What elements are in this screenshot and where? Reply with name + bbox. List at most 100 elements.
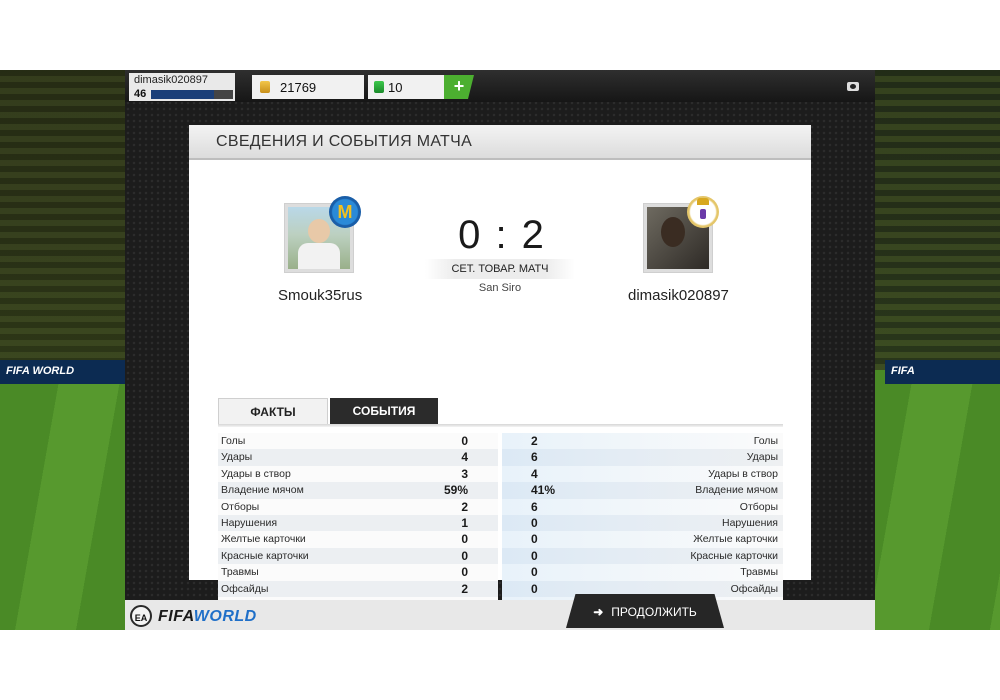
stat-home-value: 0 [461,434,468,448]
arrow-right-icon: ➜ [593,605,604,619]
level-progress-fill [151,90,215,99]
stat-away-value: 0 [531,548,538,563]
stat-row: Голы 0 2 Голы [218,433,783,450]
tab-events[interactable]: СОБЫТИЯ [330,398,438,424]
stat-label-away: Травмы [740,566,778,579]
match-type: СЕТ. ТОВАР. МАТЧ [425,259,575,279]
stat-home-cell: Желтые карточки 0 [218,531,498,548]
stat-away-value: 4 [531,466,538,481]
stat-home-value: 2 [461,499,468,514]
stat-home-value: 3 [461,466,468,481]
stat-home-value: 0 [461,565,468,580]
stat-home-cell: Удары 4 [218,449,498,466]
stat-away-cell: 2 Голы [502,433,783,450]
stat-away-value: 0 [531,515,538,530]
stat-row: Владение мячом 59% 41% Владение мячом [218,482,783,499]
stat-away-value: 2 [531,434,538,448]
match-score: 0 : 2 [458,213,546,257]
stat-label-home: Голы [221,435,246,447]
stat-label-home: Нарушения [221,516,278,529]
cash-icon [374,81,384,93]
stat-home-cell: Нарушения 1 [218,514,498,532]
stat-away-value: 0 [531,532,538,547]
stat-home-cell: Отборы 2 [218,498,498,515]
stat-row: Нарушения 1 0 Нарушения [218,514,783,532]
stat-away-cell: 41% Владение мячом [502,482,783,499]
panel-title: СВЕДЕНИЯ И СОБЫТИЯ МАТЧА [216,133,473,150]
add-currency-button[interactable]: + [444,75,474,99]
tab-divider [218,424,783,427]
home-player-name: Smouk35rus [278,287,363,304]
cash-display: 10 [368,75,448,99]
stat-row: Удары в створ 3 4 Удары в створ [218,465,783,483]
stat-home-cell: Травмы 0 [218,564,498,581]
stat-home-value: 1 [461,515,468,530]
continue-label: ПРОДОЛЖИТЬ [611,605,697,619]
stadium-stand-right [875,70,1000,400]
stat-away-value: 6 [531,450,538,465]
bottom-bar: EA FIFAWORLD ➜ ПРОДОЛЖИТЬ [125,594,875,630]
stat-row: Красные карточки 0 0 Красные карточки [218,547,783,565]
stadium-stand-left [0,70,125,400]
user-box[interactable]: dimasik020897 46 [129,73,235,101]
stat-label-away: Красные карточки [690,549,778,562]
stat-away-cell: 0 Красные карточки [502,547,783,565]
stat-away-cell: 6 Отборы [502,498,783,515]
username: dimasik020897 [134,74,208,86]
stat-home-cell: Красные карточки 0 [218,547,498,565]
level-progress-bar [151,90,233,99]
stat-away-cell: 0 Желтые карточки [502,531,783,548]
stat-away-cell: 4 Удары в створ [502,465,783,483]
ea-sports-icon: EA [130,605,152,627]
adboard-right: FIFA [885,360,1000,384]
stat-away-value: 6 [531,499,538,514]
stat-label-home: Владение мячом [221,484,304,497]
stat-label-away: Желтые карточки [693,533,778,546]
stat-label-away: Удары [746,451,778,464]
away-player-name: dimasik020897 [628,287,729,304]
cash-value: 10 [388,80,403,95]
stat-label-away: Отборы [739,500,778,513]
stat-away-value: 41% [531,483,556,498]
stat-label-home: Отборы [221,500,260,513]
stat-label-home: Удары [221,451,253,464]
stat-row: Желтые карточки 0 0 Желтые карточки [218,531,783,548]
user-level: 46 [134,88,147,100]
stat-home-value: 59% [443,483,468,498]
stat-label-away: Нарушения [721,516,778,529]
top-bar: dimasik020897 46 21769 10 + [125,70,875,102]
away-team-badge-icon [687,196,719,228]
match-venue: San Siro [478,282,522,294]
stat-away-cell: 0 Травмы [502,564,783,581]
stat-home-value: 0 [461,532,468,547]
game-screen: FIFA WORLD FIFA dimasik020897 46 21769 1… [0,70,1000,630]
panel-header: СВЕДЕНИЯ И СОБЫТИЯ МАТЧА [189,125,811,160]
coins-icon [260,81,270,93]
coins-display: 21769 [252,75,364,99]
stat-home-value: 2 [461,581,468,596]
continue-button[interactable]: ➜ ПРОДОЛЖИТЬ [566,594,724,628]
stat-label-home: Офсайды [221,582,269,595]
stat-home-value: 0 [461,548,468,563]
stat-label-away: Удары в створ [708,467,778,480]
stat-home-cell: Владение мячом 59% [218,482,498,499]
tab-facts[interactable]: ФАКТЫ [218,398,328,425]
stat-away-value: 0 [531,581,538,596]
stat-home-cell: Удары в створ 3 [218,465,498,483]
stat-label-away: Голы [753,435,778,447]
stat-away-value: 0 [531,565,538,580]
coins-value: 21769 [280,80,317,95]
stat-home-cell: Голы 0 [218,433,498,450]
stat-row: Травмы 0 0 Травмы [218,564,783,581]
stat-label-away: Владение мячом [695,484,778,497]
stat-label-home: Травмы [221,566,259,579]
stat-row: Отборы 2 6 Отборы [218,498,783,515]
stat-home-value: 4 [461,450,468,465]
stat-label-away: Офсайды [730,582,778,595]
stat-away-cell: 6 Удары [502,449,783,466]
stat-row: Удары 4 6 Удары [218,449,783,466]
stat-home-cell: Офсайды 2 [218,580,498,597]
stat-label-home: Желтые карточки [221,533,306,546]
camera-icon[interactable] [847,82,859,91]
stat-label-home: Красные карточки [221,549,309,562]
